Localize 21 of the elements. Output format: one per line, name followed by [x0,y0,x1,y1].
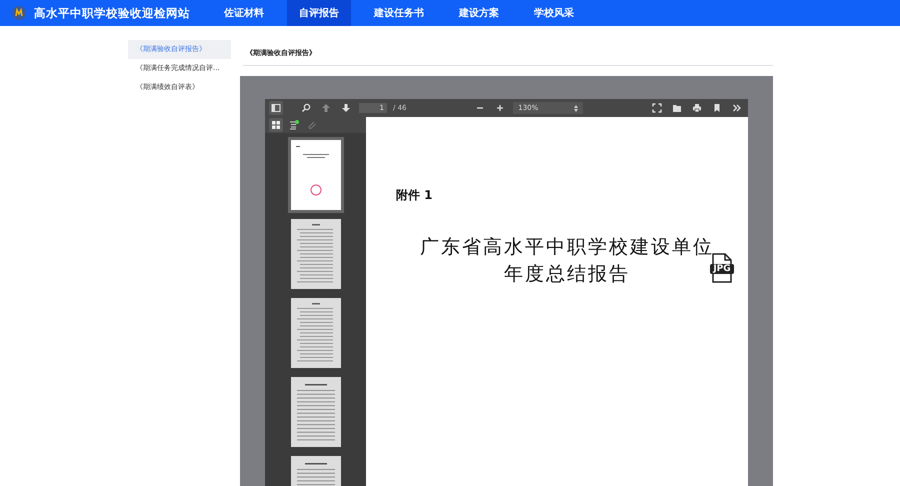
attachment-label: 附件 1 [396,187,434,204]
select-arrows-icon [574,104,578,112]
nav-tab[interactable]: 建设方案 [447,0,511,26]
search-icon[interactable] [299,101,313,115]
school-logo-icon [12,6,26,20]
nav-tab[interactable]: 佐证材料 [212,0,276,26]
nav-tab[interactable]: 学校风采 [522,0,586,26]
fullscreen-icon[interactable] [650,101,664,115]
page-thumbnail[interactable] [290,377,340,447]
page-thumbnail[interactable] [290,140,340,210]
sidebar-toggle-icon[interactable] [269,101,283,115]
thumbnails-icon[interactable] [269,118,283,132]
nav-tab[interactable]: 自评报告 [287,0,351,26]
page-thumbnail[interactable] [290,298,340,368]
nav-tab[interactable]: 建设任务书 [362,0,436,26]
site-title: 高水平中职学校验收迎检网站 [34,6,190,20]
print-icon[interactable] [690,101,704,115]
page-thumbnail[interactable] [290,219,340,289]
document-title-line: 年度总结报告 [504,262,630,287]
outline-icon[interactable] [287,118,301,132]
jpg-file-icon: JPG [710,253,734,283]
